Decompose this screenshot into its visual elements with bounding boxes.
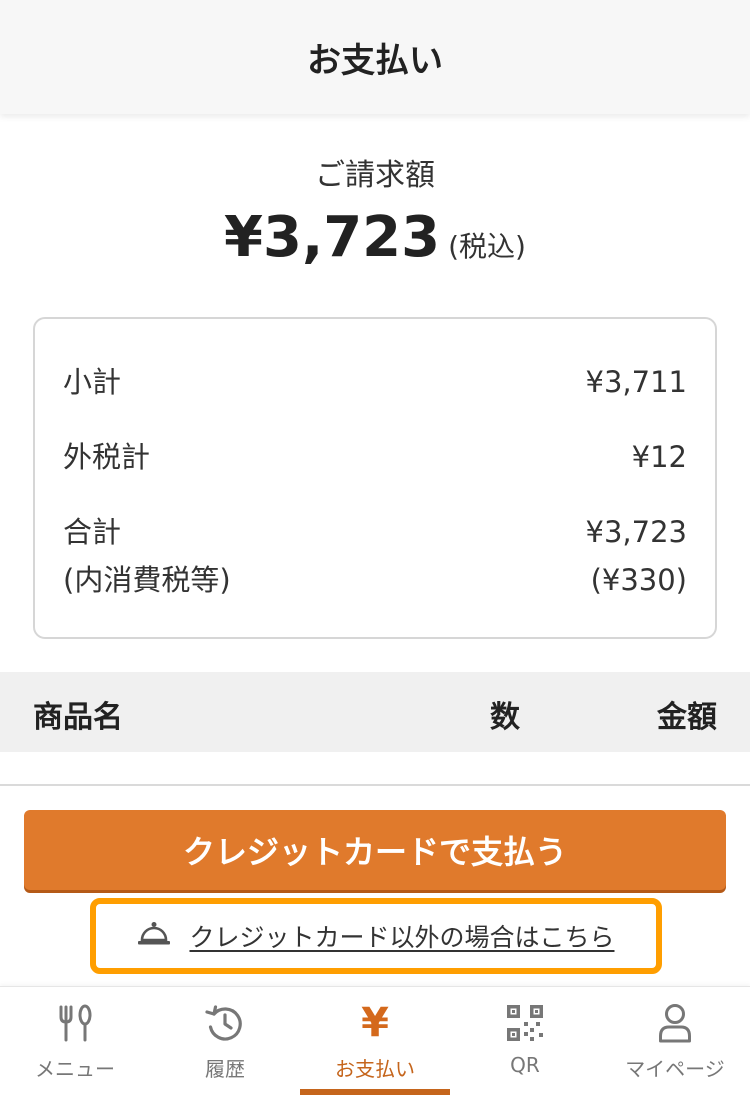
billing-tax-note: (税込) (448, 230, 526, 263)
billing-amount-row: ¥3,723 (税込) (0, 205, 750, 270)
internal-tax-label: (内消費税等) (63, 563, 231, 597)
tab-label-menu: メニュー (35, 1057, 115, 1081)
subtotal-value: ¥3,711 (585, 365, 687, 399)
subtotal-row: 小計 ¥3,711 (63, 359, 687, 405)
total-label: 合計 (63, 515, 122, 549)
tab-history[interactable]: 履歴 (150, 987, 300, 1098)
app-header: お支払い (0, 0, 750, 114)
column-header-quantity: 数 (490, 700, 520, 735)
external-tax-label: 外税計 (63, 440, 151, 474)
column-header-name: 商品名 (33, 700, 123, 735)
billing-label: ご請求額 (315, 158, 435, 193)
divider (0, 784, 750, 786)
person-icon (658, 1001, 692, 1045)
tab-menu[interactable]: メニュー (0, 987, 150, 1098)
internal-tax-value: (¥330) (590, 563, 687, 597)
external-tax-value: ¥12 (631, 440, 687, 474)
total-value: ¥3,723 (585, 515, 687, 549)
items-table-header: 商品名 数 金額 (0, 672, 750, 752)
tab-label-mypage: マイページ (625, 1057, 725, 1081)
qr-code-icon (506, 1001, 544, 1045)
column-header-amount: 金額 (657, 700, 717, 735)
active-tab-indicator (300, 1089, 450, 1095)
credit-card-pay-button[interactable]: クレジットカードで支払う (24, 810, 726, 890)
yen-icon: ¥ (361, 1000, 389, 1046)
alt-payment-link-box[interactable]: クレジットカード以外の場合はこちら (90, 898, 662, 974)
subtotal-label: 小計 (63, 365, 122, 399)
internal-tax-row: (内消費税等) (¥330) (63, 557, 687, 603)
tab-mypage[interactable]: マイページ (600, 987, 750, 1098)
fork-knife-icon (55, 1001, 95, 1045)
tab-label-qr: QR (510, 1053, 540, 1077)
total-row: 合計 ¥3,723 (63, 509, 687, 555)
tab-label-payment: お支払い (335, 1057, 415, 1081)
tab-payment[interactable]: ¥ お支払い (300, 987, 450, 1098)
billing-amount: ¥3,723 (224, 205, 441, 270)
summary-card: 小計 ¥3,711 外税計 ¥12 合計 ¥3,723 (内消費税等) (¥33… (33, 317, 717, 639)
history-icon (204, 1001, 246, 1045)
tab-label-history: 履歴 (205, 1057, 245, 1081)
bottom-tab-bar: メニュー 履歴 ¥ お支払い QR マイページ (0, 986, 750, 1098)
tab-qr[interactable]: QR (450, 987, 600, 1098)
service-bell-icon (137, 921, 171, 951)
external-tax-row: 外税計 ¥12 (63, 434, 687, 480)
page-title: お支払い (307, 40, 443, 81)
alt-payment-link[interactable]: クレジットカード以外の場合はこちら (189, 918, 614, 954)
